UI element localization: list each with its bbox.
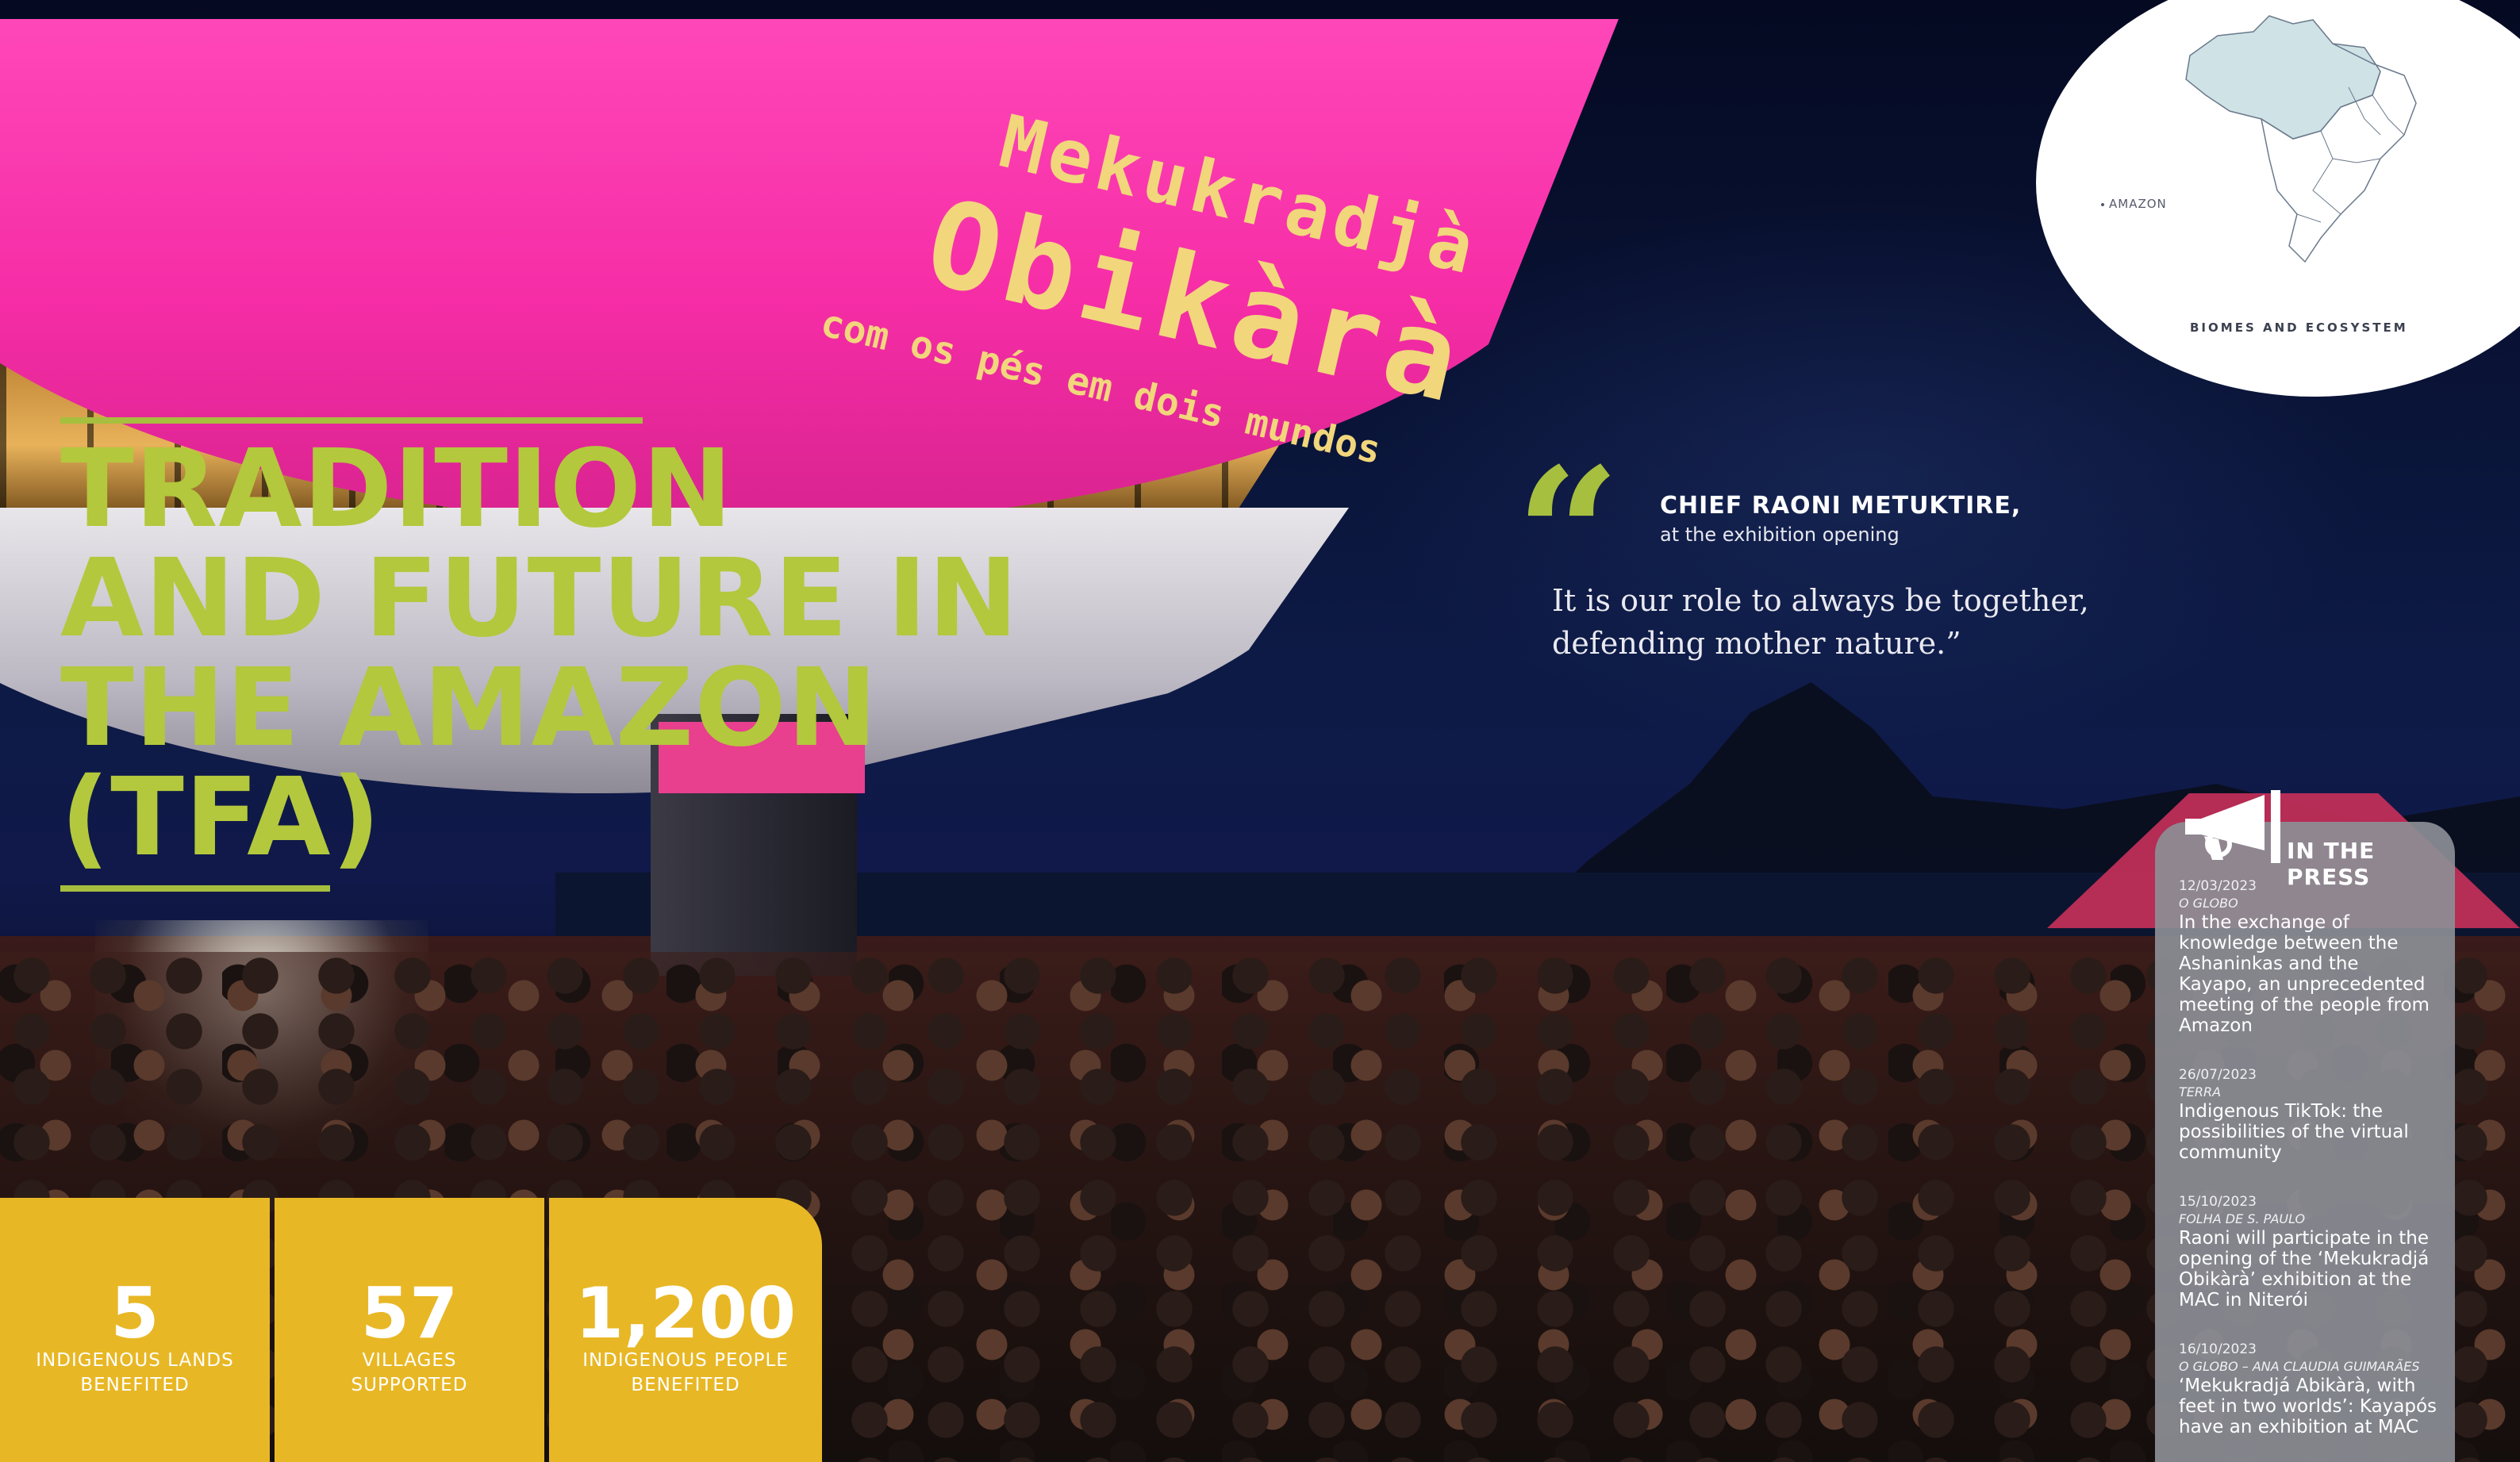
press-source: O GLOBO – ANA CLAUDIA GUIMARÃES	[2179, 1359, 2420, 1374]
stat-label-line: BENEFITED	[80, 1375, 190, 1395]
stat-label: INDIGENOUS PEOPLE BENEFITED	[549, 1349, 822, 1398]
title-line: AND FUTURE IN	[60, 536, 1020, 662]
stat-card: 5 INDIGENOUS LANDS BENEFITED	[0, 1198, 270, 1462]
stat-label-line: VILLAGES	[362, 1350, 457, 1371]
stat-label: INDIGENOUS LANDS BENEFITED	[0, 1349, 270, 1398]
press-item[interactable]: 15/10/2023 FOLHA DE S. PAULO Raoni will …	[2179, 1193, 2437, 1310]
stat-label-line: SUPPORTED	[351, 1375, 468, 1395]
title-rule-top	[60, 417, 643, 424]
quote-author: CHIEF RAONI METUKTIRE,	[1660, 492, 2022, 520]
press-panel: IN THE PRESS 12/03/2023 O GLOBO In the e…	[2155, 790, 2455, 1462]
stat-value: 1,200	[574, 1272, 797, 1354]
press-date: 15/10/2023	[2179, 1194, 2257, 1210]
report-page: Mekukradjà Obikàrà com os pés em dois mu…	[0, 0, 2520, 1462]
map-legend-label: AMAZON	[2109, 197, 2167, 211]
press-headline: Indigenous TikTok: the possibilities of …	[2179, 1101, 2409, 1163]
press-headline: Raoni will participate in the opening of…	[2179, 1228, 2430, 1310]
press-source: TERRA	[2179, 1084, 2222, 1099]
brazil-map-icon	[2185, 15, 2417, 263]
stat-card: 57 VILLAGES SUPPORTED	[275, 1198, 544, 1462]
amazon-biome-region	[2185, 15, 2381, 140]
press-headline: In the exchange of knowledge between the…	[2179, 912, 2430, 1036]
stat-label: VILLAGES SUPPORTED	[275, 1349, 544, 1398]
quote-context: at the exhibition opening	[1660, 524, 1900, 546]
quote-text: It is our role to always be together, de…	[1552, 583, 2089, 661]
stat-value: 5	[110, 1272, 159, 1354]
stat-label-line: INDIGENOUS PEOPLE	[582, 1350, 789, 1371]
legend-dot-icon	[2101, 202, 2104, 206]
press-date: 16/10/2023	[2179, 1341, 2257, 1357]
title-rule-bottom	[60, 885, 330, 892]
press-headline: ‘Mekukradjá Abikàrà, with feet in two wo…	[2179, 1376, 2437, 1437]
press-item[interactable]: 26/07/2023 TERRA Indigenous TikTok: the …	[2179, 1066, 2437, 1163]
press-title: IN THE PRESS	[2287, 838, 2376, 890]
title-line: TRADITION	[60, 427, 734, 552]
press-item[interactable]: 12/03/2023 O GLOBO In the exchange of kn…	[2179, 877, 2437, 1036]
page-title: TRADITION AND FUTURE IN THE AMAZON (TFA)	[60, 427, 1020, 881]
map-caption: BIOMES AND ECOSYSTEM	[2190, 320, 2408, 335]
stat-label-line: BENEFITED	[631, 1375, 740, 1395]
press-source: FOLHA DE S. PAULO	[2179, 1211, 2306, 1226]
megaphone-icon	[2185, 790, 2280, 863]
stat-value: 57	[360, 1272, 459, 1354]
stat-label-line: INDIGENOUS LANDS	[36, 1350, 234, 1371]
title-line: (TFA)	[60, 755, 382, 881]
press-item[interactable]: 16/10/2023 O GLOBO – ANA CLAUDIA GUIMARÃ…	[2179, 1341, 2437, 1437]
map-legend-amazon: AMAZON	[2101, 197, 2167, 211]
press-source: O GLOBO	[2179, 896, 2238, 911]
press-date: 26/07/2023	[2179, 1067, 2257, 1083]
stat-card: 1,200 INDIGENOUS PEOPLE BENEFITED	[549, 1198, 822, 1462]
title-line: THE AMAZON	[60, 646, 878, 771]
